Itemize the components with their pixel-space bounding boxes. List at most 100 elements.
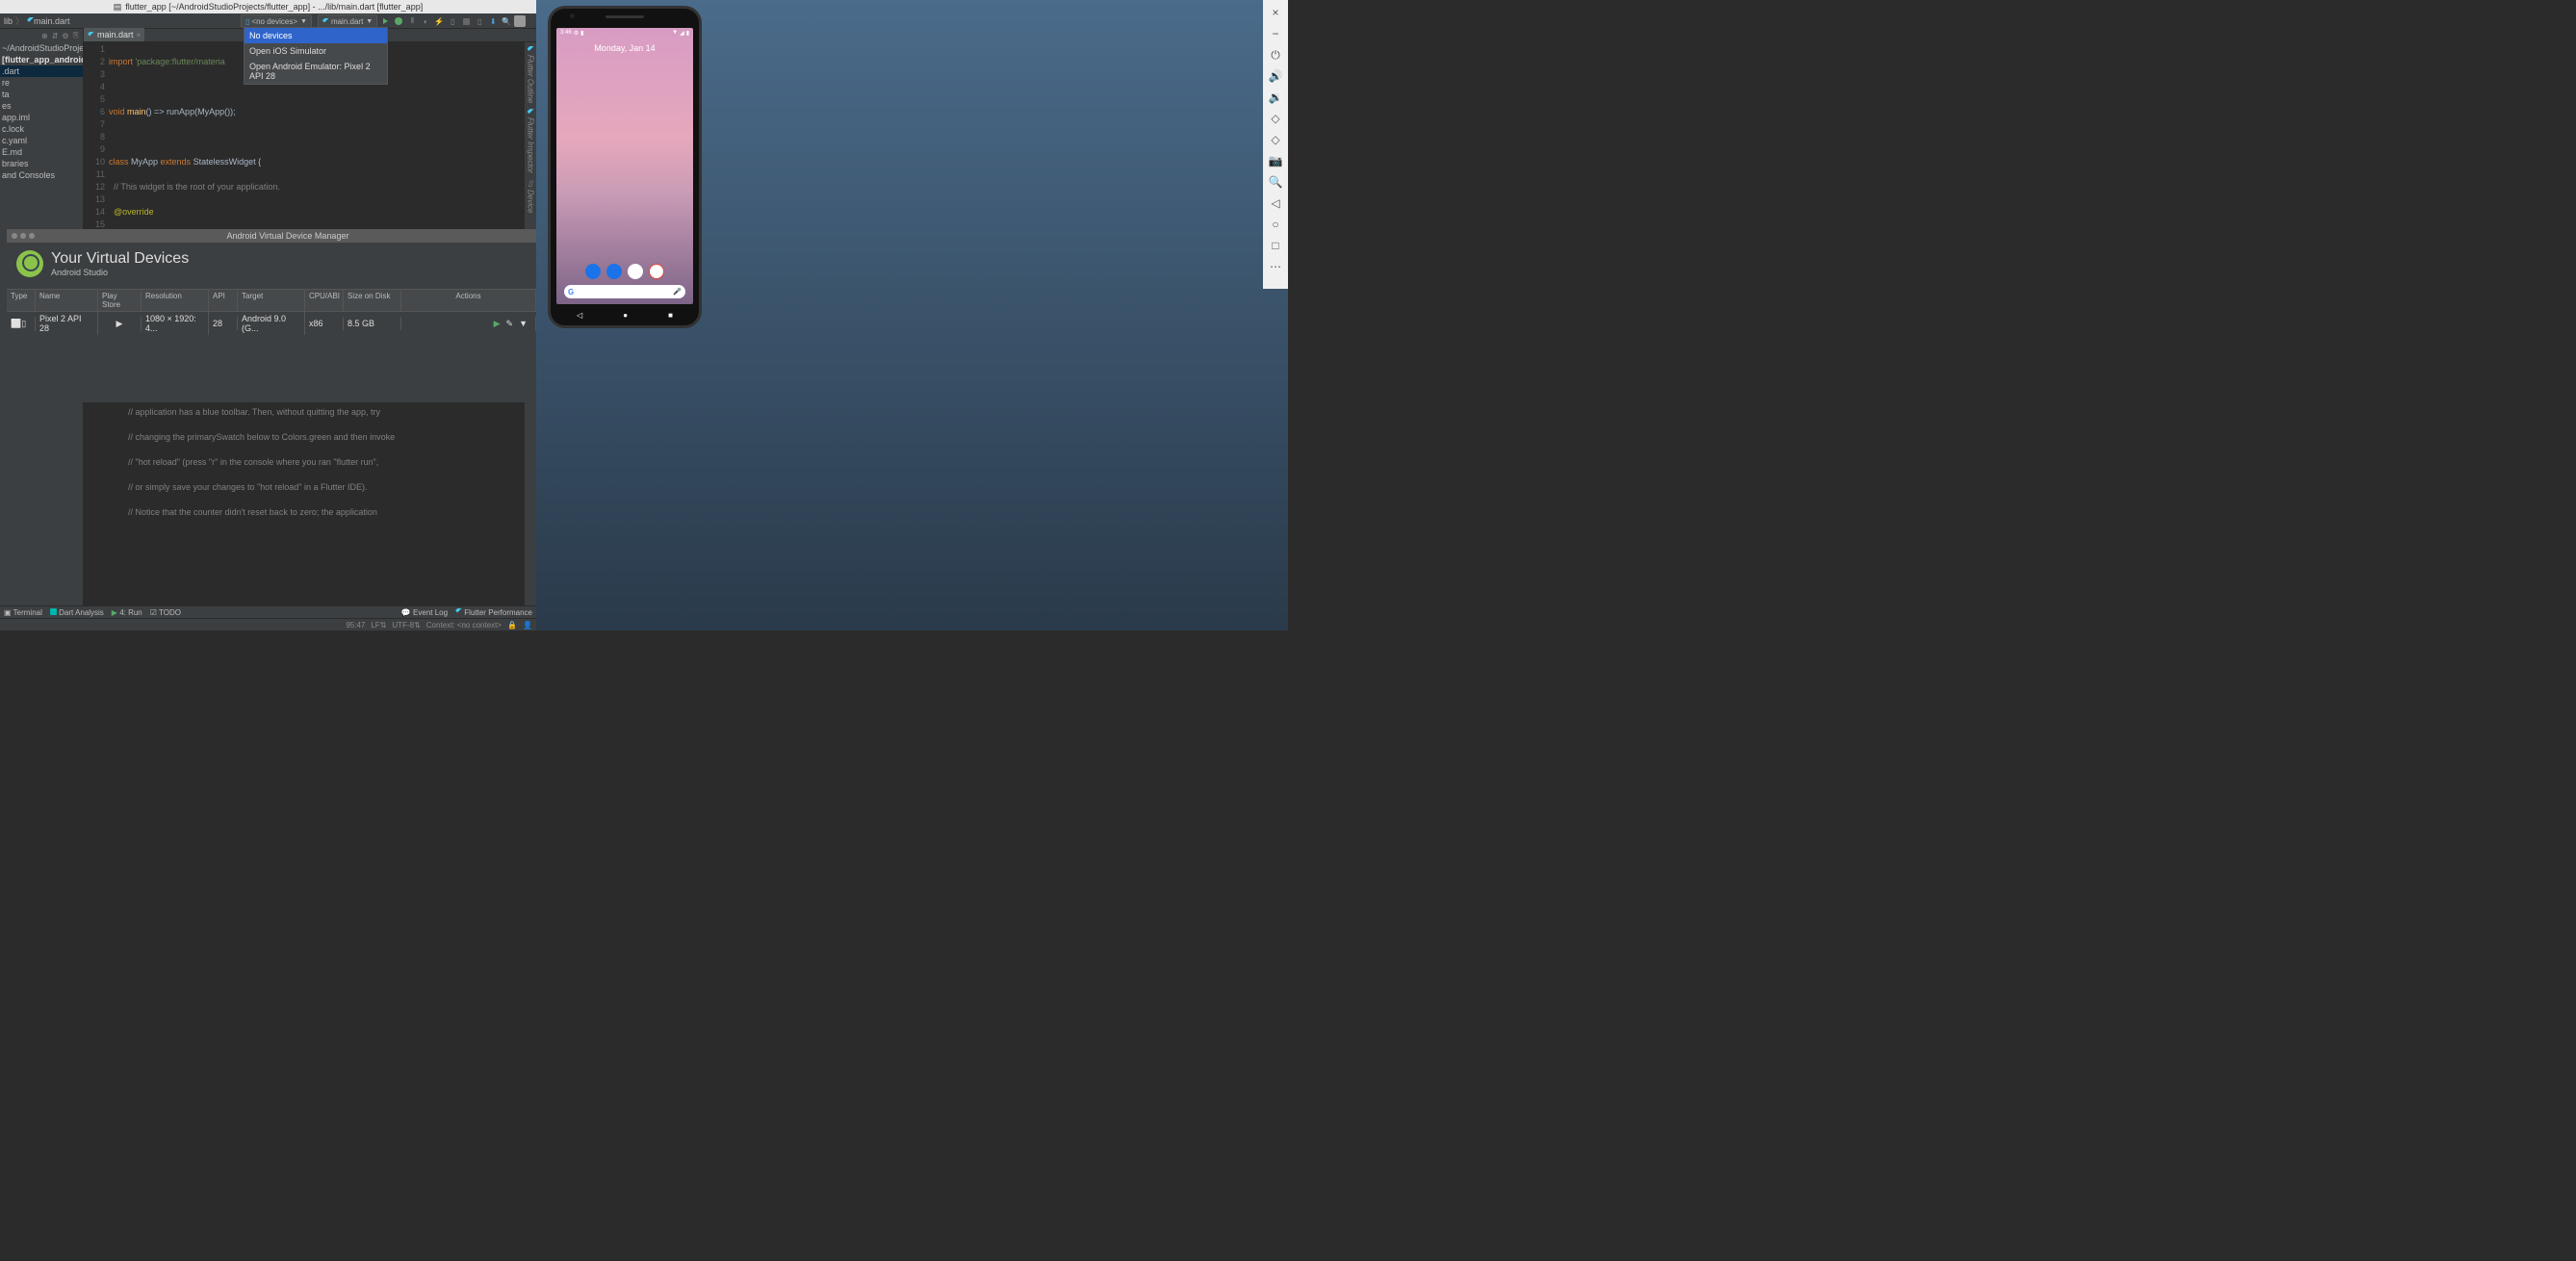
- th-playstore[interactable]: Play Store: [98, 290, 142, 311]
- avd-button[interactable]: ▯: [474, 15, 485, 27]
- chrome-app-icon[interactable]: [649, 264, 664, 279]
- tree-path[interactable]: ~/AndroidStudioProje: [0, 42, 83, 54]
- edit-avd-button[interactable]: ✎: [506, 319, 514, 329]
- lock-icon[interactable]: 🔒: [507, 621, 517, 630]
- playstore-app-icon[interactable]: [628, 264, 643, 279]
- debug-button[interactable]: [393, 15, 404, 27]
- device-selector[interactable]: ▯ <no devices> ▼: [241, 14, 312, 28]
- tab-device[interactable]: ▯Device: [525, 179, 536, 213]
- desktop-background: 3:46 ⚙ ▮ ▼ ◢ ▮ Monday, Jan 14: [536, 0, 1288, 630]
- back-button[interactable]: ◁: [1269, 196, 1282, 210]
- hot-reload-button[interactable]: ⚡: [433, 15, 445, 27]
- avd-title-bar[interactable]: Android Virtual Device Manager: [7, 229, 536, 243]
- tab-maindart[interactable]: main.dart ×: [84, 28, 144, 41]
- tree-item[interactable]: app.iml: [0, 112, 83, 123]
- stop-button[interactable]: [460, 15, 472, 27]
- search-button[interactable]: 🔍: [501, 15, 512, 27]
- cell-target: Android 9.0 (G...: [238, 312, 305, 335]
- cursor-position[interactable]: 95:47: [346, 621, 365, 630]
- tab-flutter-inspector[interactable]: Flutter Inspector: [525, 109, 536, 173]
- hide-icon[interactable]: ⎘: [73, 31, 79, 40]
- recent-button[interactable]: □: [1269, 239, 1282, 252]
- avatar-icon[interactable]: [514, 15, 526, 27]
- rotate-right-button[interactable]: ◇: [1269, 133, 1282, 146]
- volume-down-button[interactable]: 🔉: [1269, 90, 1282, 104]
- tab-flutter-outline[interactable]: Flutter Outline: [525, 46, 536, 103]
- tree-item[interactable]: c.yaml: [0, 135, 83, 146]
- close-button[interactable]: ×: [1269, 6, 1282, 19]
- th-size[interactable]: Size on Disk: [344, 290, 401, 311]
- launch-avd-button[interactable]: ▶: [494, 319, 501, 329]
- context[interactable]: Context: <no context>: [426, 621, 502, 630]
- dd-no-devices[interactable]: No devices: [245, 28, 387, 43]
- tree-item[interactable]: braries: [0, 158, 83, 169]
- tree-module[interactable]: [flutter_app_android]: [0, 54, 83, 65]
- gear-icon[interactable]: ⚙: [62, 32, 68, 40]
- dd-android-emulator[interactable]: Open Android Emulator: Pixel 2 API 28: [245, 59, 387, 84]
- avd-menu-button[interactable]: ▼: [519, 319, 528, 329]
- tab-flutter-perf[interactable]: Flutter Performance: [455, 608, 532, 617]
- attach-button[interactable]: ▯: [447, 15, 458, 27]
- encoding[interactable]: UTF-8⇅: [392, 621, 420, 630]
- tree-item[interactable]: E.md: [0, 146, 83, 158]
- th-api[interactable]: API: [209, 290, 238, 311]
- speaker-grille: [605, 15, 644, 18]
- tree-item[interactable]: and Consoles: [0, 169, 83, 181]
- cell-size: 8.5 GB: [344, 317, 401, 330]
- messages-app-icon[interactable]: [606, 264, 622, 279]
- line-ending[interactable]: LF⇅: [371, 621, 386, 630]
- close-traffic-light[interactable]: [12, 233, 17, 239]
- bottom-tool-bar: ▣ Terminal Dart Analysis ▶ 4: Run ☑ TODO…: [0, 605, 536, 618]
- tab-run[interactable]: ▶ 4: Run: [112, 608, 142, 617]
- th-type[interactable]: Type: [7, 290, 36, 311]
- run-button[interactable]: [379, 15, 391, 27]
- recent-button[interactable]: ■: [668, 311, 673, 320]
- tab-event-log[interactable]: 💬 Event Log: [401, 608, 448, 617]
- crumb-file[interactable]: main.dart: [34, 16, 70, 26]
- th-resolution[interactable]: Resolution: [142, 290, 209, 311]
- tab-todo[interactable]: ☑ TODO: [150, 608, 181, 617]
- tree-item[interactable]: ta: [0, 89, 83, 100]
- th-cpu[interactable]: CPU/ABI: [305, 290, 344, 311]
- coverage-button[interactable]: ◐: [420, 15, 431, 27]
- dart-file-icon: [27, 17, 34, 24]
- profile-button[interactable]: ⫴: [406, 15, 418, 27]
- table-row[interactable]: ⬜▯ Pixel 2 API 28 ▶ 1080 × 1920: 4... 28…: [7, 312, 536, 335]
- sdk-button[interactable]: ⬇: [487, 15, 499, 27]
- phone-screen[interactable]: 3:46 ⚙ ▮ ▼ ◢ ▮ Monday, Jan 14: [556, 28, 693, 304]
- more-button[interactable]: ⋯: [1269, 260, 1282, 273]
- tree-item[interactable]: re: [0, 77, 83, 89]
- tab-terminal[interactable]: ▣ Terminal: [4, 608, 42, 617]
- battery-icon: ▮: [686, 30, 689, 37]
- volume-up-button[interactable]: 🔊: [1269, 69, 1282, 83]
- google-search-bar[interactable]: G 🎤: [564, 285, 685, 298]
- inspector-icon[interactable]: 👤: [523, 621, 532, 630]
- th-target[interactable]: Target: [238, 290, 305, 311]
- zoom-button[interactable]: 🔍: [1269, 175, 1282, 189]
- tree-maindart[interactable]: .dart: [0, 65, 83, 77]
- assistant-icon[interactable]: 🎤: [673, 288, 682, 296]
- tree-item[interactable]: c.lock: [0, 123, 83, 135]
- camera-button[interactable]: 📷: [1269, 154, 1282, 167]
- dd-ios-simulator[interactable]: Open iOS Simulator: [245, 43, 387, 59]
- home-button[interactable]: ●: [623, 311, 628, 320]
- collapse-icon[interactable]: ⇵: [52, 32, 59, 40]
- crumb-lib[interactable]: lib: [4, 16, 13, 26]
- minimize-traffic-light[interactable]: [20, 233, 26, 239]
- zoom-traffic-light[interactable]: [29, 233, 35, 239]
- chat-icon: 💬: [401, 608, 411, 617]
- phone-app-icon[interactable]: [585, 264, 601, 279]
- th-actions[interactable]: Actions: [401, 290, 536, 311]
- home-button[interactable]: ○: [1269, 218, 1282, 231]
- tab-dart-analysis[interactable]: Dart Analysis: [50, 608, 104, 617]
- tree-item[interactable]: es: [0, 100, 83, 112]
- th-name[interactable]: Name: [36, 290, 98, 311]
- close-icon[interactable]: ×: [137, 31, 142, 39]
- target-icon[interactable]: ⊕: [41, 32, 48, 40]
- minimize-button[interactable]: −: [1269, 27, 1282, 40]
- run-config-selector[interactable]: main.dart ▼: [318, 14, 377, 28]
- front-camera: [570, 13, 575, 18]
- rotate-left-button[interactable]: ◇: [1269, 112, 1282, 125]
- back-button[interactable]: ◁: [577, 311, 582, 320]
- power-button[interactable]: ⏻: [1269, 48, 1282, 62]
